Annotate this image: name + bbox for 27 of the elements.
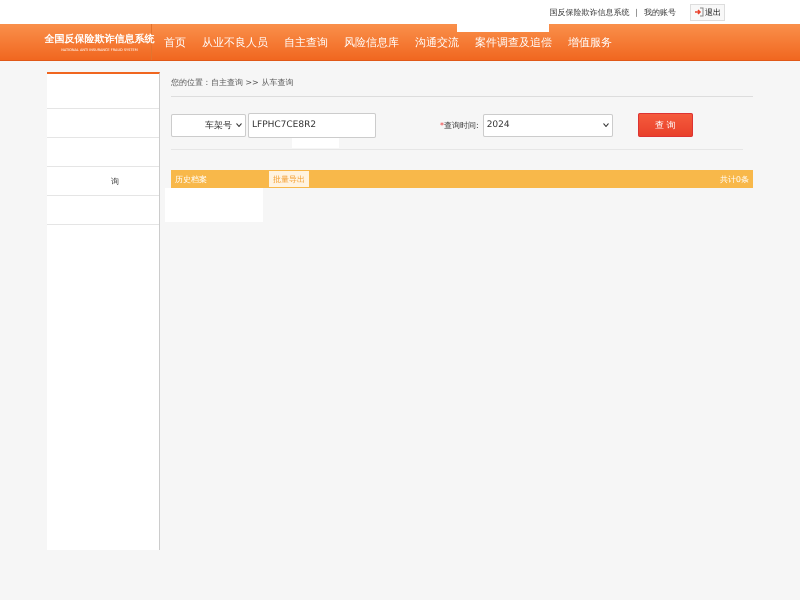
nav-item[interactable]: 沟通交流 [415, 34, 459, 50]
export-button[interactable]: 批量导出 [269, 171, 309, 187]
nav-item[interactable]: 案件调查及追偿 [475, 34, 552, 50]
nav-item[interactable]: 自主查询 [284, 34, 328, 50]
separator: | [635, 8, 638, 16]
caret-icon [602, 123, 609, 127]
total-count: 共计0条 [720, 174, 749, 184]
nav-item[interactable]: 风险信息库 [344, 34, 399, 50]
sidebar-text[interactable]: 询 [111, 176, 119, 186]
exit-icon [694, 7, 704, 17]
field-label: 查询时间: [444, 120, 479, 130]
logo-title: 全国反保险欺诈信息系统 [44, 32, 154, 46]
breadcrumb: 您的位置 : 自主查询 >> 从车查询 [171, 72, 753, 97]
caret-icon [236, 123, 242, 127]
type-select[interactable]: 车架号 [171, 114, 246, 136]
redaction-patch [292, 138, 339, 148]
top-link[interactable]: 国反保险欺诈信息系统 [549, 6, 630, 18]
nav-item[interactable]: 增值服务 [568, 34, 612, 50]
query-button[interactable]: 查 询 [638, 113, 693, 137]
required-mark: * [440, 120, 444, 130]
nav-item[interactable]: 从业不良人员 [202, 34, 268, 50]
top-link[interactable]: 我的账号 [644, 6, 676, 18]
year-select[interactable]: 2024 [482, 114, 613, 136]
logout-button[interactable]: 退出 [690, 4, 725, 20]
input-field[interactable]: LFPHC7CE8R2 [248, 112, 376, 138]
bar-title: 历史档案 [175, 174, 207, 184]
nav-item[interactable]: 首页 [164, 34, 186, 50]
